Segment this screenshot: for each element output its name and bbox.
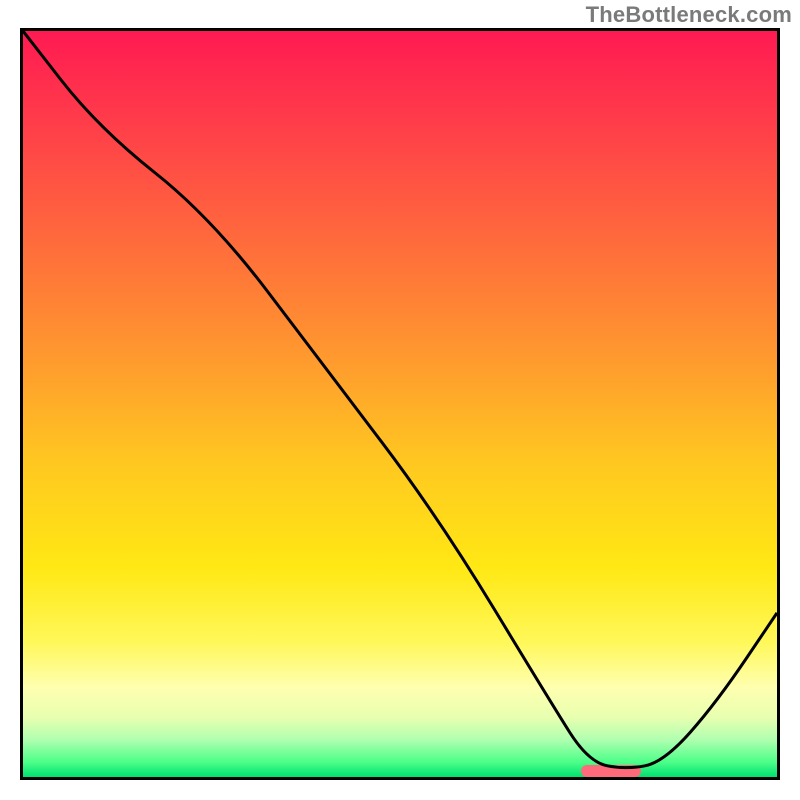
watermark-text: TheBottleneck.com [586, 2, 792, 28]
line-curve [23, 31, 777, 777]
plot-area [20, 28, 780, 780]
chart-container: TheBottleneck.com [0, 0, 800, 800]
